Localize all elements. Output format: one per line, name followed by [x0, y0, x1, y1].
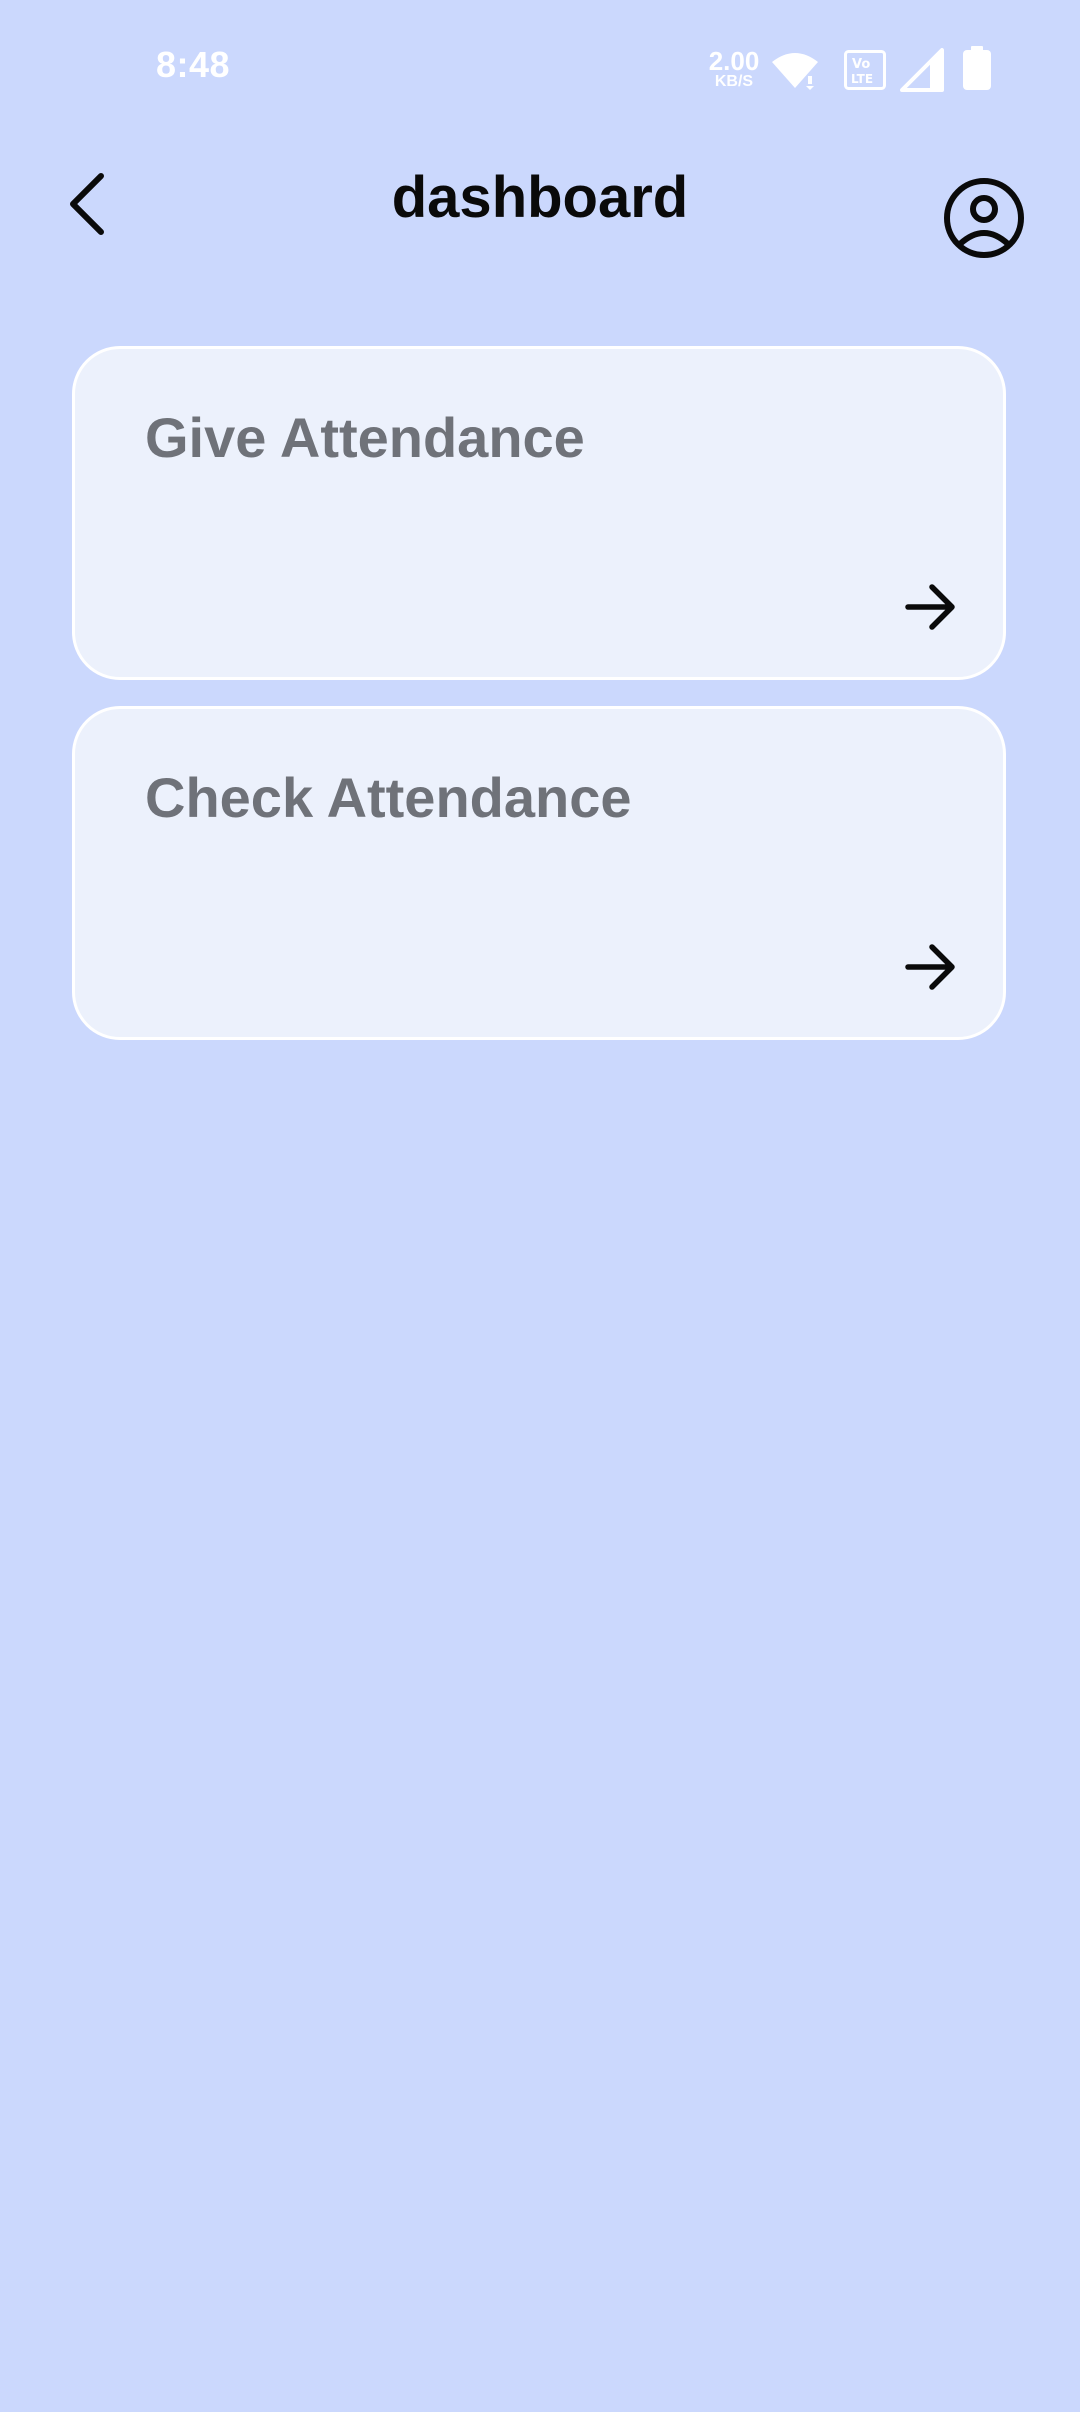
network-speed-value: 2.00 — [708, 46, 760, 76]
battery-icon — [962, 46, 992, 95]
volte-icon: Vo LTE — [844, 50, 886, 95]
status-time: 8:48 — [156, 44, 231, 85]
page-title: dashboard — [391, 165, 689, 230]
svg-text:Vo: Vo — [852, 57, 870, 72]
network-speed: 2.00 KB/S — [704, 48, 764, 90]
network-speed-unit: KB/S — [714, 73, 754, 90]
user-circle-icon — [942, 176, 1026, 265]
arrow-right-icon — [901, 577, 961, 637]
signal-icon — [900, 48, 944, 97]
check-attendance-card[interactable]: Check Attendance — [72, 706, 1006, 1040]
give-attendance-card[interactable]: Give Attendance — [72, 346, 1006, 680]
give-attendance-label: Give Attendance — [145, 406, 585, 469]
svg-text:LTE: LTE — [851, 72, 873, 86]
arrow-right-icon — [901, 937, 961, 997]
status-bar: 8:48 2.00 KB/S Vo LTE — [0, 0, 1080, 140]
check-attendance-label: Check Attendance — [145, 766, 632, 829]
profile-button[interactable] — [936, 172, 1032, 268]
wifi-icon — [770, 50, 820, 95]
